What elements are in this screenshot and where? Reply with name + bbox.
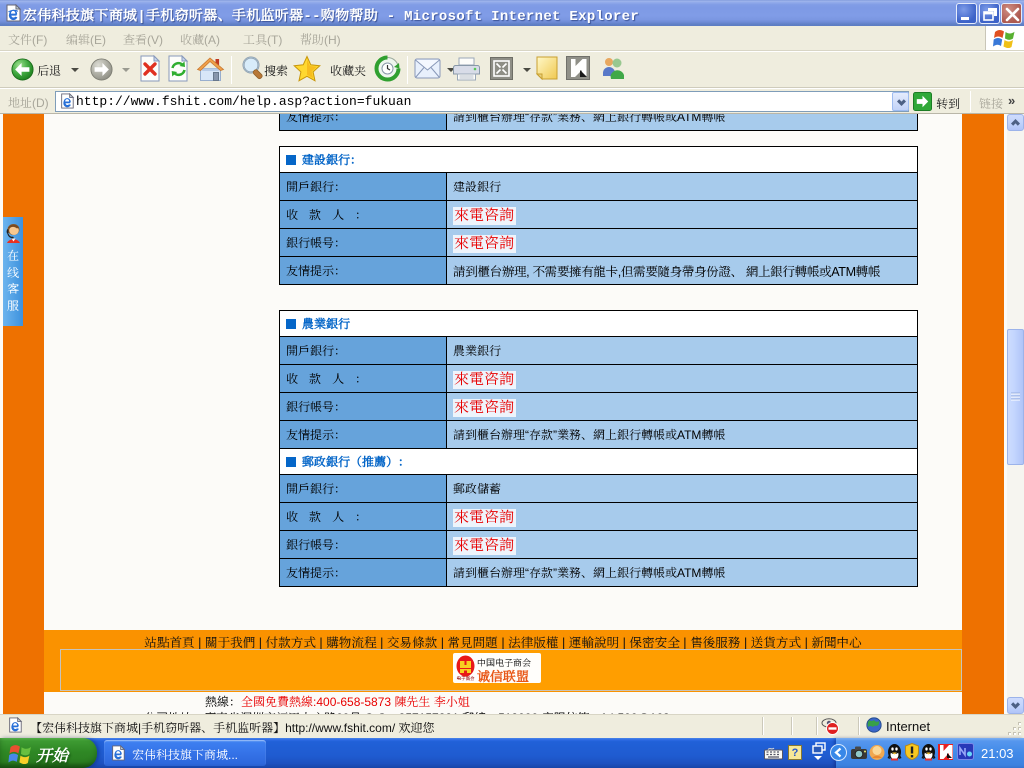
svg-text:电子商会: 电子商会 [457, 675, 475, 681]
